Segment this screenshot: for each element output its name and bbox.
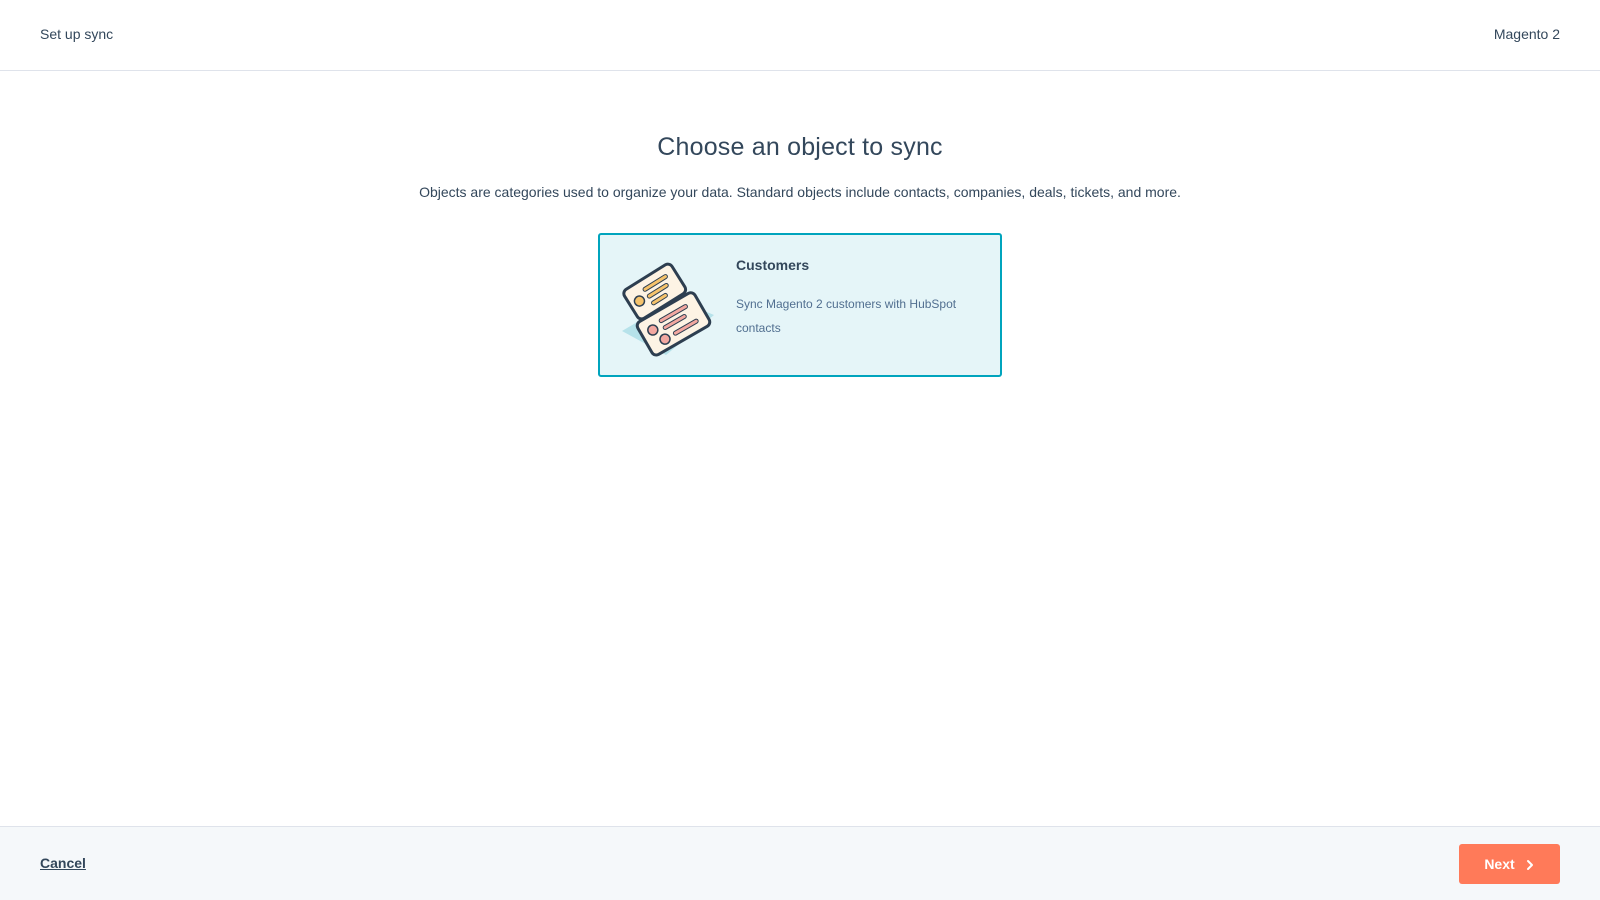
top-header: Set up sync Magento 2 [0, 0, 1600, 71]
cancel-link[interactable]: Cancel [40, 855, 86, 871]
footer-bar: Cancel Next [0, 826, 1600, 900]
chevron-right-icon [1525, 858, 1535, 870]
card-description: Sync Magento 2 customers with HubSpot co… [736, 297, 957, 335]
sync-setup-page: Set up sync Magento 2 Choose an object t… [0, 0, 1600, 900]
page-title: Choose an object to sync [657, 133, 943, 161]
next-button[interactable]: Next [1459, 844, 1560, 884]
card-title: Customers [736, 257, 810, 273]
next-button-label: Next [1484, 856, 1515, 872]
page-subtitle: Objects are categories used to organize … [419, 184, 1181, 200]
contact-cards-illustration-icon [618, 253, 718, 357]
header-app-name: Magento 2 [1493, 26, 1560, 42]
header-title: Set up sync [40, 26, 114, 42]
object-card-customers[interactable]: Customers Sync Magento 2 customers with … [598, 233, 1002, 377]
